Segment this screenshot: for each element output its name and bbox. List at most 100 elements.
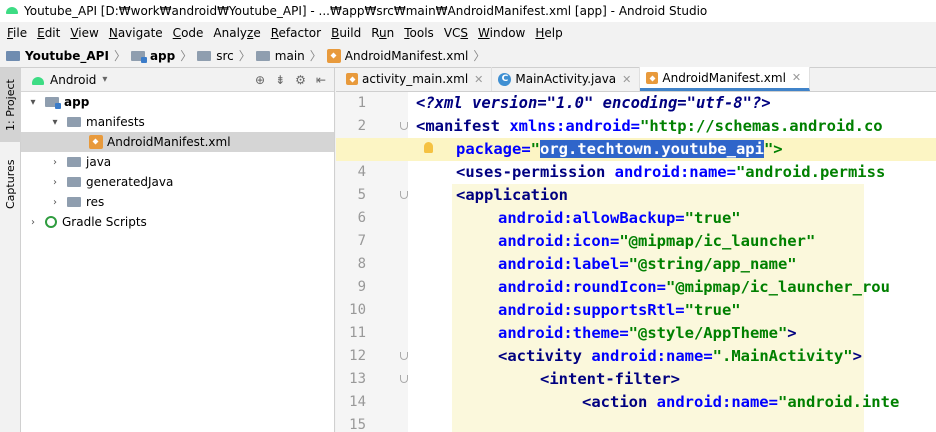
code-text: <?xml version="1.0" encoding="utf-8"?> (416, 94, 771, 112)
target-icon[interactable]: ⊕ (255, 73, 265, 87)
breadcrumb-project[interactable]: Youtube_API (6, 49, 109, 63)
collapse-all-icon[interactable]: ⇟ (275, 73, 285, 87)
dropdown-arrow-icon[interactable]: ▾ (102, 74, 107, 85)
chevron-right-icon: 〉 (180, 49, 193, 63)
menu-item[interactable]: Refactor (266, 26, 326, 40)
breadcrumb: Youtube_API 〉 app 〉 src 〉 main 〉 Android… (0, 44, 936, 68)
chevron-right-icon[interactable]: › (49, 197, 61, 208)
menu-item[interactable]: Analyze (208, 26, 265, 40)
module-folder-icon (45, 97, 61, 109)
window-title-bar: Youtube_API [D:₩work₩android₩Youtube_API… (0, 0, 936, 22)
breadcrumb-main[interactable]: main (255, 49, 305, 63)
breadcrumb-src[interactable]: src (197, 49, 234, 63)
code-text: <intent-filter> (540, 370, 680, 388)
code-line: android:label="@string/app_name" (336, 253, 936, 276)
tab-activity-main[interactable]: activity_main.xml ✕ (340, 67, 493, 91)
captures-tool-label: Captures (4, 159, 17, 209)
code-line: android:supportsRtl="true" (336, 299, 936, 322)
xml-file-icon (646, 71, 659, 84)
code-line: android:icon="@mipmap/ic_launcher" (336, 230, 936, 253)
code-line: <activity android:name=".MainActivity"> (336, 345, 936, 368)
tree-item[interactable]: › res (21, 192, 334, 212)
code-line: <application (336, 184, 936, 207)
tab-label: MainActivity.java (515, 72, 617, 86)
tab-main-activity[interactable]: C MainActivity.java ✕ (492, 67, 641, 91)
tree-item[interactable]: › Gradle Scripts (21, 212, 334, 232)
panel-toolbar: ⊕ ⇟ ⚙ ⇤ (255, 68, 326, 92)
code-line: <manifest xmlns:android="http://schemas.… (336, 115, 936, 138)
hide-panel-icon[interactable]: ⇤ (316, 73, 326, 87)
fold-marker-icon[interactable] (400, 191, 408, 199)
tree-item-label: generatedJava (86, 175, 174, 189)
code-editor[interactable]: 123456789101112131415 <?xml version="1.0… (336, 92, 936, 432)
folder-icon (197, 50, 212, 61)
breadcrumb-file[interactable]: AndroidManifest.xml (326, 48, 469, 63)
tree-item-label: res (86, 195, 105, 209)
lightbulb-icon[interactable] (424, 142, 433, 153)
tree-item[interactable]: ▾ app (21, 92, 334, 112)
tree-item[interactable]: ▾ manifests (21, 112, 334, 132)
project-tree: ▾ app ▾ manifests AndroidManifest.xml › java › g… (21, 92, 334, 232)
folder-icon (67, 117, 81, 127)
code-line-current: package="org.techtown.youtube_api"> (336, 138, 936, 161)
code-text: android:label="@string/app_name" (498, 255, 797, 273)
tree-item[interactable]: › generatedJava (21, 172, 334, 192)
breadcrumb-src-label: src (216, 48, 234, 63)
breadcrumb-module-label: app (149, 48, 176, 63)
code-text: android:supportsRtl="true" (498, 301, 741, 319)
code-line: <intent-filter> (336, 368, 936, 391)
view-mode-selector[interactable]: Android (50, 73, 96, 87)
tab-android-manifest[interactable]: AndroidManifest.xml ✕ (640, 67, 811, 91)
project-panel-header: Android ▾ ⊕ ⇟ ⚙ ⇤ (21, 68, 334, 92)
tree-item[interactable]: › java (21, 152, 334, 172)
menu-item[interactable]: Run (366, 26, 399, 40)
menu-item[interactable]: Code (168, 26, 209, 40)
code-text: <action android:name="android.inte (582, 393, 900, 411)
fold-marker-icon[interactable] (400, 352, 408, 360)
chevron-down-icon[interactable]: ▾ (27, 97, 39, 108)
menu-item[interactable]: Tools (399, 26, 439, 40)
xml-file-icon (326, 48, 341, 63)
menu-item[interactable]: File (2, 26, 32, 40)
menu-item[interactable]: View (65, 26, 103, 40)
left-tool-strip: 1: Project Captures (0, 68, 21, 432)
tab-label: AndroidManifest.xml (662, 70, 786, 85)
module-folder-icon (130, 50, 147, 63)
line-number: 15 (349, 417, 366, 432)
code-text: android:roundIcon="@mipmap/ic_launcher_r… (498, 278, 890, 296)
project-tool-button[interactable]: 1: Project (0, 68, 21, 142)
menu-item[interactable]: Help (530, 26, 567, 40)
class-icon: C (498, 72, 512, 86)
close-icon[interactable]: ✕ (474, 73, 483, 86)
captures-tool-button[interactable]: Captures (0, 148, 21, 220)
breadcrumb-module[interactable]: app (130, 48, 176, 63)
chevron-right-icon: 〉 (238, 49, 251, 63)
menu-item[interactable]: Build (326, 26, 366, 40)
fold-marker-icon[interactable] (400, 122, 408, 130)
folder-icon (67, 157, 81, 167)
chevron-right-icon[interactable]: › (49, 177, 61, 188)
code-line: <?xml version="1.0" encoding="utf-8"?> (336, 92, 936, 115)
menu-item[interactable]: Window (473, 26, 530, 40)
layout-file-icon (346, 73, 358, 85)
fold-marker-icon[interactable] (400, 375, 408, 383)
tree-item-label: manifests (86, 115, 145, 129)
menu-item[interactable]: Edit (32, 26, 65, 40)
gear-icon[interactable]: ⚙ (295, 73, 306, 87)
chevron-down-icon[interactable]: ▾ (49, 117, 61, 128)
tree-item-label: AndroidManifest.xml (107, 135, 231, 149)
menu-item[interactable]: VCS (439, 26, 473, 40)
tree-item-label: java (86, 155, 112, 169)
chevron-right-icon[interactable]: › (27, 217, 39, 228)
menu-item[interactable]: Navigate (104, 26, 168, 40)
chevron-right-icon[interactable]: › (49, 157, 61, 168)
breadcrumb-file-label: AndroidManifest.xml (344, 48, 469, 63)
tree-item-label: app (64, 95, 90, 109)
window-title: Youtube_API [D:₩work₩android₩Youtube_API… (24, 4, 708, 18)
tree-item[interactable]: AndroidManifest.xml (21, 132, 334, 152)
close-icon[interactable]: ✕ (622, 73, 631, 86)
close-icon[interactable]: ✕ (792, 71, 801, 84)
chevron-right-icon: 〉 (113, 49, 126, 63)
code-line: android:allowBackup="true" (336, 207, 936, 230)
code-text: <manifest xmlns:android="http://schemas.… (416, 117, 883, 135)
